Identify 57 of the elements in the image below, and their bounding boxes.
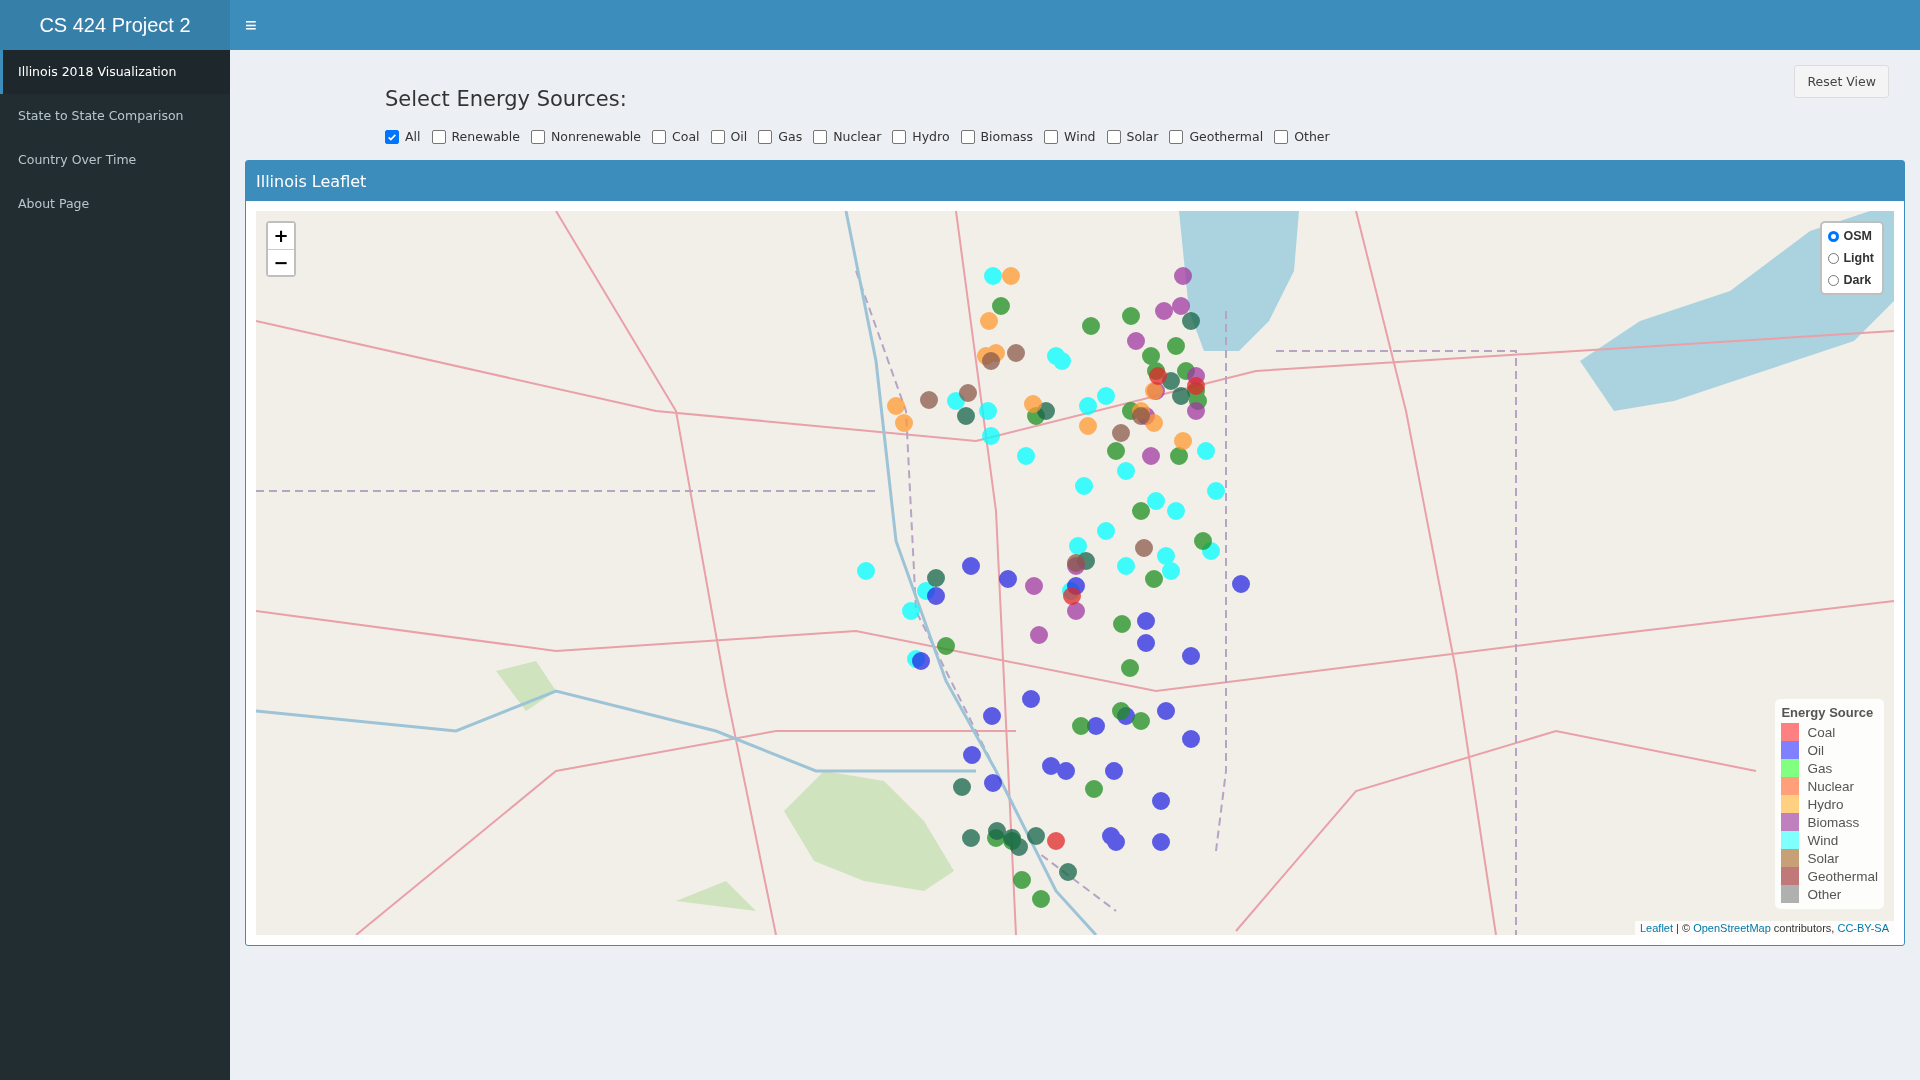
layer-label: Light: [1843, 251, 1874, 265]
sidebar-item[interactable]: State to State Comparison: [0, 94, 230, 138]
checkbox-label: Wind: [1064, 129, 1096, 144]
checkbox-label: Geothermal: [1189, 129, 1264, 144]
checkbox-label: Gas: [778, 129, 803, 144]
legend-label: Wind: [1807, 832, 1839, 848]
checkbox[interactable]: [710, 129, 725, 144]
license-link[interactable]: CC-BY-SA: [1837, 922, 1889, 934]
radio-button[interactable]: [1828, 252, 1840, 264]
checkbox[interactable]: [1274, 129, 1289, 144]
checkbox-label: Other: [1294, 129, 1330, 144]
checkbox-label: Oil: [730, 129, 748, 144]
checkbox[interactable]: [530, 129, 545, 144]
menu-button[interactable]: ≡: [230, 0, 272, 50]
map-attribution: Leaflet | © OpenStreetMap contributors, CC-BY-SA: [1634, 921, 1894, 935]
legend-label: Other: [1807, 886, 1842, 902]
legend-label: Hydro: [1807, 796, 1844, 812]
checkbox[interactable]: [1106, 129, 1121, 144]
legend-label: Oil: [1807, 742, 1824, 758]
legend-label: Nuclear: [1807, 778, 1854, 794]
openstreetmap-link[interactable]: OpenStreetMap: [1693, 922, 1771, 934]
legend-label: Solar: [1807, 850, 1839, 866]
sidebar-item[interactable]: About Page: [0, 182, 230, 226]
legend-title: Energy Source: [1781, 705, 1875, 720]
sidebar-item[interactable]: Illinois 2018 Visualization: [0, 50, 230, 94]
checkbox-label: Nonrenewable: [550, 129, 641, 144]
checkbox-label: Coal: [672, 129, 700, 144]
checkbox[interactable]: [431, 129, 446, 144]
sidebar-item[interactable]: Country Over Time: [0, 138, 230, 182]
app-title: CS 424 Project 2: [0, 0, 230, 50]
checkbox-label: Nuclear: [833, 129, 882, 144]
checkbox[interactable]: [652, 129, 666, 144]
leaflet-link[interactable]: Leaflet: [1639, 922, 1673, 934]
legend-label: Biomass: [1807, 814, 1860, 830]
checkbox-label: Biomass: [980, 129, 1034, 144]
checkbox[interactable]: [892, 129, 907, 144]
radio-button[interactable]: [1828, 274, 1840, 286]
layer-label: Dark: [1843, 273, 1872, 287]
checkbox[interactable]: [1169, 129, 1184, 144]
checkbox-label: All: [405, 129, 421, 144]
checkbox[interactable]: [960, 129, 975, 144]
checkbox[interactable]: [385, 129, 399, 144]
checkbox[interactable]: [758, 129, 773, 144]
filter-title: Select Energy Sources:: [385, 87, 628, 111]
checkbox-label: Hydro: [912, 129, 950, 144]
checkbox-label: Renewable: [451, 129, 520, 144]
panel-title: Illinois Leaflet: [256, 171, 367, 191]
layer-label: OSM: [1843, 229, 1872, 243]
legend-label: Geothermal: [1807, 868, 1878, 884]
legend-label: Gas: [1807, 760, 1833, 776]
legend-label: Coal: [1807, 724, 1836, 740]
radio-button[interactable]: [1828, 230, 1840, 242]
checkbox[interactable]: [1044, 129, 1059, 144]
zoom-out-button[interactable]: −: [268, 249, 294, 275]
checkbox[interactable]: [813, 129, 828, 144]
reset-view-button[interactable]: Reset View: [1794, 65, 1889, 98]
checkbox-label: Solar: [1126, 129, 1159, 144]
